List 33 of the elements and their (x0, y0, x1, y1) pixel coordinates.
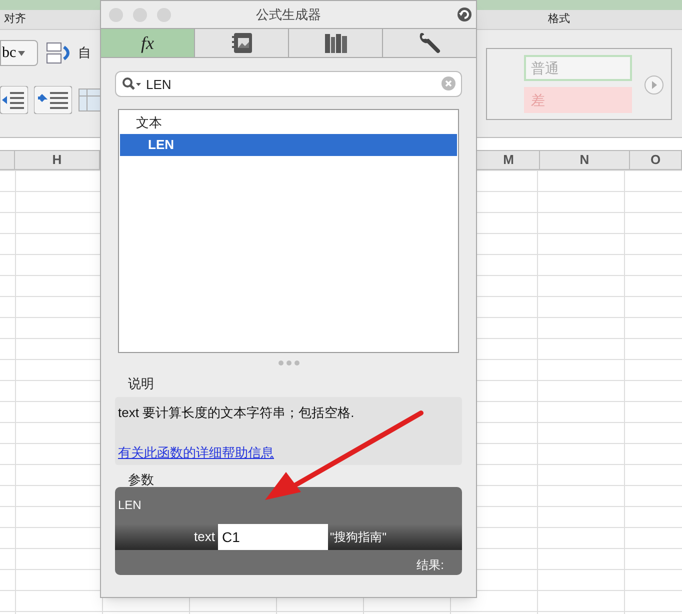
wrench-icon (418, 32, 442, 54)
increase-indent-icon[interactable] (34, 86, 72, 114)
gallery-icon (230, 32, 254, 54)
section-heading: 说明 (128, 375, 155, 393)
caret-icon (18, 50, 26, 56)
help-link[interactable]: 有关此函数的详细帮助信息 (118, 443, 274, 462)
resize-handle-icon[interactable] (278, 360, 300, 366)
books-icon (324, 32, 348, 54)
function-name: LEN (118, 496, 142, 514)
description-text: text 要计算长度的文本字符串；包括空格. (118, 404, 356, 422)
group-label: 对齐 (4, 12, 26, 28)
list-item[interactable]: 文本 (120, 112, 457, 134)
wrap-text-label: 自 (78, 44, 91, 62)
argument-name: text (194, 528, 215, 546)
result-label: 结果: (416, 556, 444, 574)
argument-field[interactable]: C1 (218, 524, 328, 550)
decrease-indent-icon[interactable] (0, 86, 28, 114)
toolbar-tab[interactable]: fx (101, 29, 194, 57)
column-header[interactable]: O (630, 151, 682, 169)
search-icon (122, 77, 142, 91)
list-item[interactable]: LEN (120, 134, 457, 156)
search-field[interactable]: LEN (115, 71, 462, 97)
toolbar-tab[interactable] (194, 29, 288, 57)
window-title: 公式生成器 (256, 6, 321, 24)
toolbar-tab[interactable] (288, 29, 382, 57)
toolbar-tab[interactable] (382, 29, 476, 57)
column-header[interactable]: N (540, 151, 630, 169)
back-icon[interactable] (457, 7, 472, 22)
column-header[interactable]: M (478, 151, 540, 169)
argument-result: "搜狗指南" (330, 528, 386, 546)
group-label: 格式 (548, 12, 570, 28)
dropdown-button[interactable]: bc (0, 40, 38, 66)
section-heading: 参数 (128, 472, 155, 486)
